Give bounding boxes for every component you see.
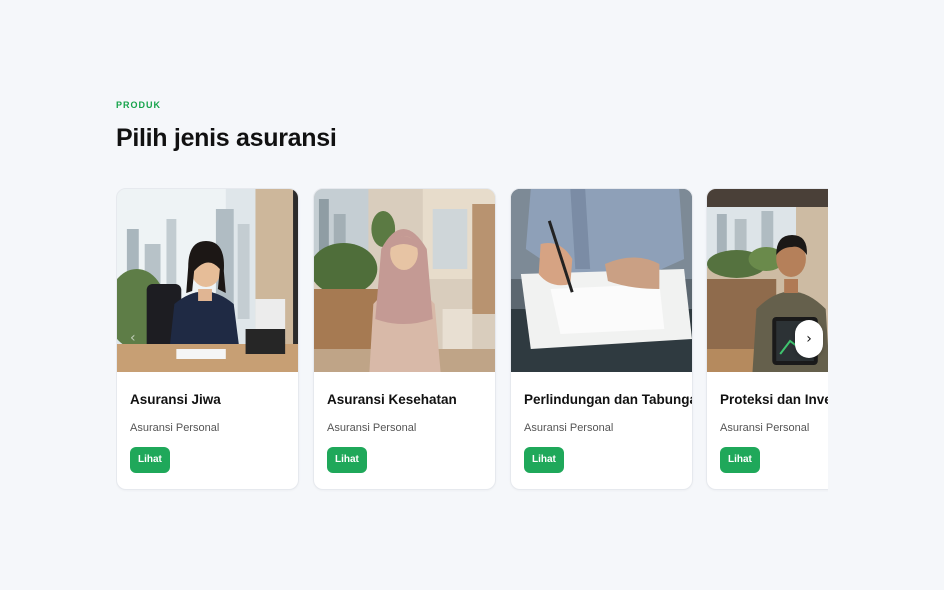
carousel-track: Asuransi Jiwa Asuransi Personal Lihat As… [116,188,828,492]
product-card-asuransi-kesehatan[interactable]: Asuransi Kesehatan Asuransi Personal Lih… [313,188,496,490]
woman-in-office-photo [117,189,298,372]
section-eyebrow: PRODUK [116,100,162,110]
woman-in-hijab-photo [314,189,495,372]
chevron-left-icon: ‹ [130,330,136,346]
products-section: PRODUK Pilih jenis asuransi Asuransi Jiw… [116,0,944,590]
section-heading: Pilih jenis asuransi [116,124,337,152]
product-carousel: Asuransi Jiwa Asuransi Personal Lihat As… [116,188,828,492]
view-button[interactable]: Lihat [130,447,170,473]
view-button[interactable]: Lihat [524,447,564,473]
card-title: Perlindungan dan Tabungan [524,392,693,407]
card-subtitle: Asuransi Personal [130,422,220,434]
view-button[interactable]: Lihat [327,447,367,473]
card-title: Proteksi dan Investasi [720,392,828,407]
product-card-perlindungan-dan-tabungan[interactable]: Perlindungan dan Tabungan Asuransi Perso… [510,188,693,490]
product-card-asuransi-jiwa[interactable]: Asuransi Jiwa Asuransi Personal Lihat [116,188,299,490]
card-subtitle: Asuransi Personal [720,422,810,434]
card-subtitle: Asuransi Personal [524,422,614,434]
card-title: Asuransi Jiwa [130,392,221,407]
card-subtitle: Asuransi Personal [327,422,417,434]
chevron-right-icon: › [806,331,812,347]
view-button[interactable]: Lihat [720,447,760,473]
carousel-next-button[interactable]: › [795,320,823,358]
signing-document-photo [511,189,692,372]
card-title: Asuransi Kesehatan [327,392,457,407]
